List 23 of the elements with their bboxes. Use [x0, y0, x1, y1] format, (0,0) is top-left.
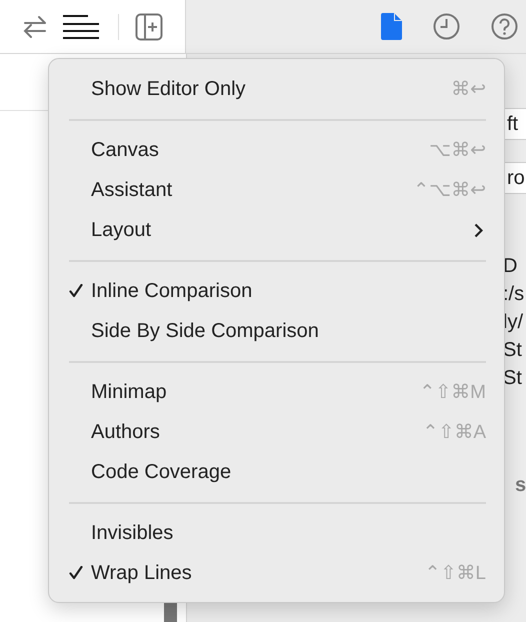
menu-item[interactable]: Canvas ⌥⌘↩	[49, 130, 504, 170]
section-heading: s	[514, 474, 526, 497]
text-line: :/s	[503, 282, 524, 307]
menu-item[interactable]: Invisibles	[49, 513, 504, 553]
menu-item[interactable]: Layout	[49, 210, 504, 250]
menu-item[interactable]: Show Editor Only ⌘↩	[49, 69, 504, 109]
text-field[interactable]: ro	[503, 162, 526, 194]
clock-icon[interactable]	[433, 13, 460, 40]
menu-item[interactable]: Code Coverage	[49, 452, 504, 492]
help-icon[interactable]	[491, 13, 518, 40]
menu-item[interactable]: Side By Side Comparison	[49, 311, 504, 351]
menu-item[interactable]: Wrap Lines ⌃⇧⌘L	[49, 553, 504, 593]
add-panel-icon[interactable]	[135, 12, 163, 40]
menu-item[interactable]: Authors ⌃⇧⌘A	[49, 412, 504, 452]
menu-item[interactable]: Minimap ⌃⇧⌘M	[49, 372, 504, 412]
align-left-icon[interactable]	[62, 14, 100, 40]
document-icon[interactable]	[380, 13, 402, 40]
text-line: St	[503, 338, 522, 363]
menu-item[interactable]: Inline Comparison	[49, 271, 504, 311]
menu-item[interactable]: Assistant ⌃⌥⌘↩	[49, 170, 504, 210]
text-field[interactable]: ft	[503, 108, 526, 140]
text-line: St	[503, 366, 522, 391]
swap-arrows-icon[interactable]	[22, 14, 48, 40]
